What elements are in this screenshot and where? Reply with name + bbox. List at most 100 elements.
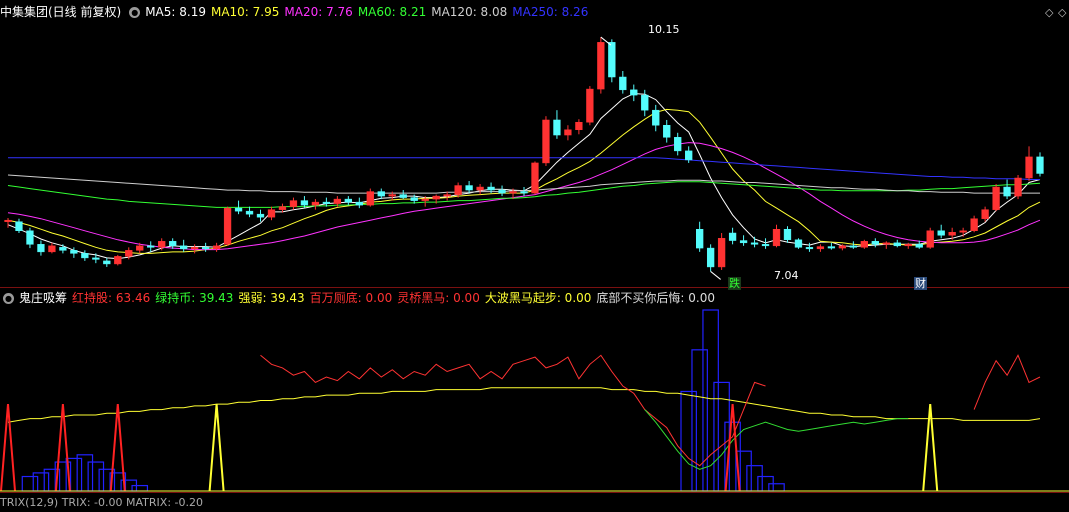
indicator-legend: 红持股: 63.46 绿持币: 39.43 强弱: 39.43 百万厕底: 0.00 灵… <box>72 291 720 305</box>
candle-body <box>619 76 627 91</box>
candle-body <box>564 129 572 136</box>
candle-body <box>970 218 978 232</box>
candle-body <box>882 242 890 245</box>
settings-circle-icon[interactable]: ● <box>129 7 141 18</box>
candle-body <box>674 137 682 152</box>
accumulation-bar <box>76 454 94 492</box>
accumulation-bar <box>87 461 105 492</box>
trix-text[interactable]: TRIX(12,9) TRIX: -0.00 MATRIX: -0.20 <box>0 496 203 509</box>
candle-body <box>180 245 188 250</box>
candle-body <box>761 244 770 247</box>
candle-body <box>992 186 1000 210</box>
ma-line-ma250 <box>8 157 1040 180</box>
event-tag-cai[interactable]: 财 <box>914 277 927 290</box>
candle-body <box>355 201 363 206</box>
trix-header: TRIX(12,9) TRIX: -0.00 MATRIX: -0.20 <box>0 494 208 512</box>
candle-body <box>48 245 56 253</box>
event-tag-die[interactable]: 跌 <box>728 277 741 290</box>
candle-body <box>92 257 100 260</box>
panel-divider <box>0 492 1069 493</box>
panel-divider <box>0 287 1069 288</box>
candle-body <box>696 228 704 249</box>
ma-legend-item-2: MA20: 7.76 <box>284 5 353 19</box>
candle-body <box>893 242 901 247</box>
candle-body <box>937 230 945 236</box>
candle-body <box>234 207 243 212</box>
main-chart-header: 中集集团(日线 前复权) ● MA5: 8.19 MA10: 7.95 MA20: 7.… <box>0 3 598 21</box>
candle-body <box>520 191 528 194</box>
candle-body <box>476 186 484 191</box>
candle-body <box>1036 156 1044 174</box>
candle-body <box>26 230 34 245</box>
candle-body <box>772 228 781 247</box>
high-price-label: 10.15 <box>648 23 680 36</box>
candle-body <box>366 191 374 206</box>
candle-body <box>256 213 265 218</box>
candle-body <box>706 247 715 268</box>
candle-body <box>245 210 254 215</box>
candle-body <box>147 245 155 248</box>
candle-body <box>377 191 385 197</box>
candle-body <box>190 247 199 250</box>
candle-body <box>685 150 693 161</box>
candle-body <box>652 109 660 126</box>
candle-body <box>399 194 407 198</box>
candle-body <box>827 246 836 249</box>
candle-body <box>553 119 561 136</box>
accumulation-bar <box>702 309 719 492</box>
candle-body <box>739 240 748 244</box>
signal-spike-red <box>109 404 126 492</box>
indicator-header: ● 鬼庄吸筹 红持股: 63.46 绿持币: 39.43 强弱: 39.43 百万厕底: … <box>0 289 725 307</box>
candle-body <box>443 194 451 197</box>
candle-body <box>388 194 396 197</box>
candle-body <box>630 89 638 96</box>
ma-legend-item-5: MA250: 8.26 <box>512 5 589 19</box>
strength-line <box>7 387 1041 423</box>
candle-body <box>531 162 539 194</box>
candle-body <box>4 219 12 222</box>
settings-circle-icon[interactable]: ● <box>3 293 14 304</box>
accumulation-bar <box>21 475 39 492</box>
accumulation-bar <box>680 390 697 492</box>
candle-body <box>410 197 418 201</box>
candle-body <box>750 242 759 245</box>
indicator-legend-item-1: 绿持币: 39.43 <box>155 291 234 305</box>
signal-spike-red <box>0 404 16 492</box>
indicator-legend-item-6: 底部不买你后悔: 0.00 <box>596 291 715 305</box>
indicator-legend-item-5: 大波黑马起步: 0.00 <box>484 291 592 305</box>
indicator-legend-item-2: 强弱: 39.43 <box>238 291 305 305</box>
candle-body <box>322 201 331 204</box>
ma-legend-item-3: MA60: 8.21 <box>357 5 427 19</box>
candle-body <box>421 198 429 201</box>
candle-body <box>300 200 309 206</box>
candle-body <box>344 198 352 203</box>
indicator-legend-item-3: 百万厕底: 0.00 <box>309 291 393 305</box>
candle-body <box>794 239 803 248</box>
candle-body <box>948 232 956 236</box>
candle-body <box>333 198 342 204</box>
candle-body <box>959 230 967 233</box>
holding-line <box>973 354 1041 410</box>
candle-body <box>1025 156 1033 179</box>
candle-body <box>1003 186 1011 197</box>
candle-body <box>663 124 671 138</box>
candle-body <box>509 191 517 194</box>
indicator-name[interactable]: 鬼庄吸筹 <box>19 291 67 305</box>
ma-legend-item-0: MA5: 8.19 <box>145 5 206 19</box>
candle-body <box>37 244 45 253</box>
accumulation-bar <box>746 465 763 492</box>
candle-body <box>278 206 287 210</box>
collapse-left-icon[interactable]: ◇ <box>1045 6 1053 19</box>
indicator-legend-item-0: 红持股: 63.46 <box>72 291 151 305</box>
candle-body <box>201 247 210 250</box>
stock-title[interactable]: 中集集团(日线 前复权) <box>0 5 121 19</box>
candle-body <box>15 221 23 232</box>
accumulation-bar <box>32 472 50 492</box>
ma-legend: MA5: 8.19 MA10: 7.95 MA20: 7.76 MA60: 8.21 M… <box>145 5 593 19</box>
candle-body <box>926 230 934 248</box>
collapse-right-icon[interactable]: ◇ <box>1058 6 1066 19</box>
candle-body <box>212 245 221 250</box>
candle-body <box>860 241 868 248</box>
hold-cash-line <box>644 409 909 470</box>
candle-body <box>454 185 462 195</box>
